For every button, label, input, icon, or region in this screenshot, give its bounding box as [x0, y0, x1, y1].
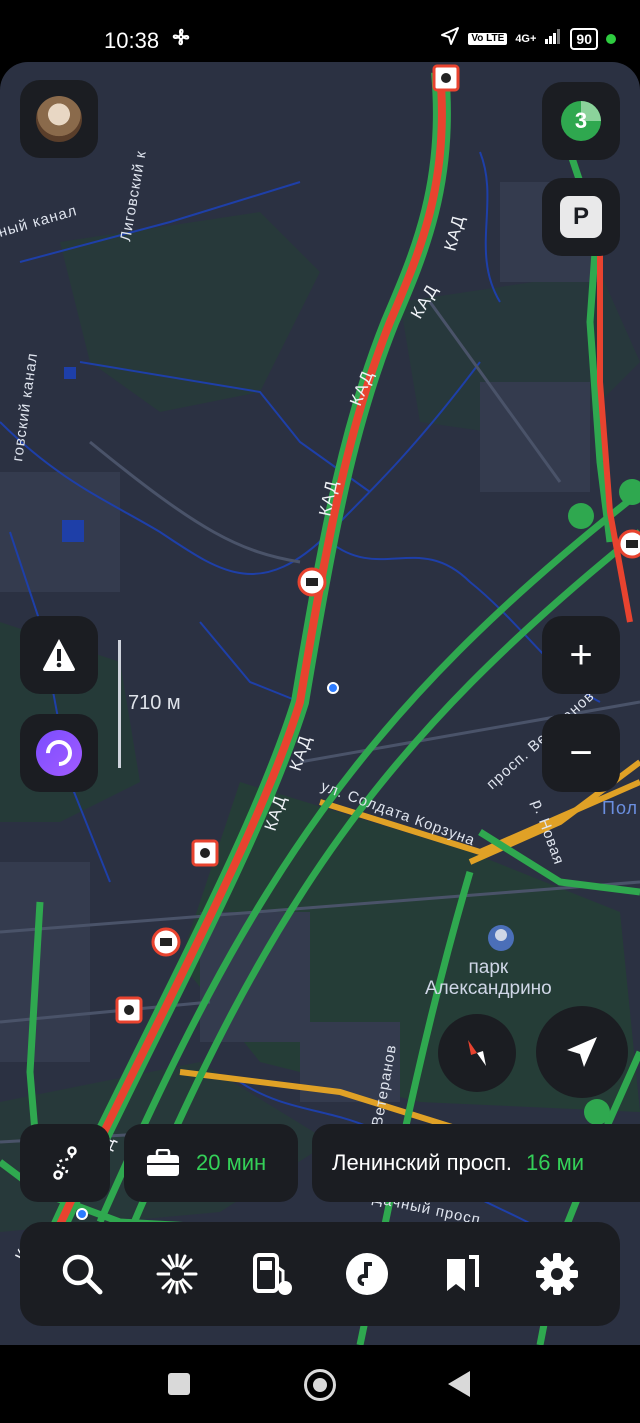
route-icon [53, 1146, 77, 1180]
traffic-indicator: 3 [558, 98, 604, 144]
fan-icon [170, 26, 192, 53]
bottom-menu [20, 1222, 620, 1326]
signal-icon [544, 27, 562, 50]
alice-voice-button[interactable] [20, 714, 98, 792]
destination-time: 16 ми [526, 1150, 584, 1175]
battery-indicator: 90 [570, 27, 598, 50]
music-button[interactable] [343, 1250, 391, 1298]
zoom-out-button[interactable]: − [542, 714, 620, 792]
bookmarks-button[interactable] [438, 1250, 486, 1298]
back-button[interactable] [448, 1371, 470, 1397]
destination-card[interactable]: Ленинский просп. 16 ми [312, 1124, 640, 1202]
ligovsky-label-2: ный канал [0, 202, 79, 241]
scale-bar [118, 640, 121, 768]
work-route-time: 20 мин [196, 1150, 267, 1175]
report-event-button[interactable] [20, 616, 98, 694]
bookmarks-icon [447, 1255, 479, 1291]
music-icon [346, 1253, 388, 1295]
my-location-button[interactable] [536, 1006, 628, 1098]
profile-button[interactable] [20, 80, 98, 158]
avatar [36, 96, 82, 142]
location-arrow-icon [440, 26, 460, 51]
volte-icon: Vo LTE [468, 32, 508, 45]
routes-button[interactable] [20, 1124, 110, 1202]
plus-icon: + [569, 632, 593, 677]
clock: 10:38 [104, 28, 160, 53]
compass-icon [468, 1040, 486, 1066]
minus-icon: − [569, 730, 593, 775]
park-label-line2: Александрино [425, 978, 552, 999]
system-nav-bar [0, 1345, 640, 1423]
scale-label: 710 м [128, 692, 181, 714]
kad-label: КАД [441, 213, 469, 253]
parking-icon: P [560, 196, 602, 238]
traffic-button[interactable]: 3 [542, 82, 620, 160]
compass-button[interactable] [438, 1014, 516, 1092]
recents-button[interactable] [168, 1373, 190, 1395]
briefcase-icon [147, 1149, 179, 1176]
destination-name: Ленинский просп. [332, 1150, 512, 1175]
ligovsky-label-3: говский канал [9, 351, 41, 462]
home-button[interactable] [304, 1369, 336, 1401]
fuel-button[interactable] [248, 1250, 296, 1298]
parking-button[interactable]: P [542, 178, 620, 256]
transit-dot [76, 1208, 88, 1220]
pol-label: Пол [602, 798, 638, 818]
privacy-dot [606, 33, 616, 44]
bulb-icon [156, 1253, 198, 1295]
park-label: парк Александрино [425, 957, 552, 999]
search-icon [62, 1254, 103, 1295]
network-type: 4G+ [515, 32, 537, 45]
transit-dot [327, 682, 339, 694]
zoom-in-button[interactable]: + [542, 616, 620, 694]
traffic-score: 3 [574, 108, 588, 133]
status-bar: 10:38 Vo LTE 4G+ 90 [0, 0, 640, 70]
park-marker-icon [488, 925, 514, 951]
settings-icon [536, 1253, 578, 1295]
park-label-line1: парк [468, 957, 509, 978]
search-button[interactable] [58, 1250, 106, 1298]
warning-icon [43, 639, 75, 671]
fuel-icon [253, 1253, 292, 1295]
discovery-button[interactable] [153, 1250, 201, 1298]
status-icons: Vo LTE 4G+ 90 [440, 26, 616, 51]
work-route-card[interactable]: 20 мин [124, 1124, 298, 1202]
navigation-arrow-icon [567, 1037, 597, 1067]
alice-icon [36, 730, 82, 776]
settings-button[interactable] [533, 1250, 581, 1298]
